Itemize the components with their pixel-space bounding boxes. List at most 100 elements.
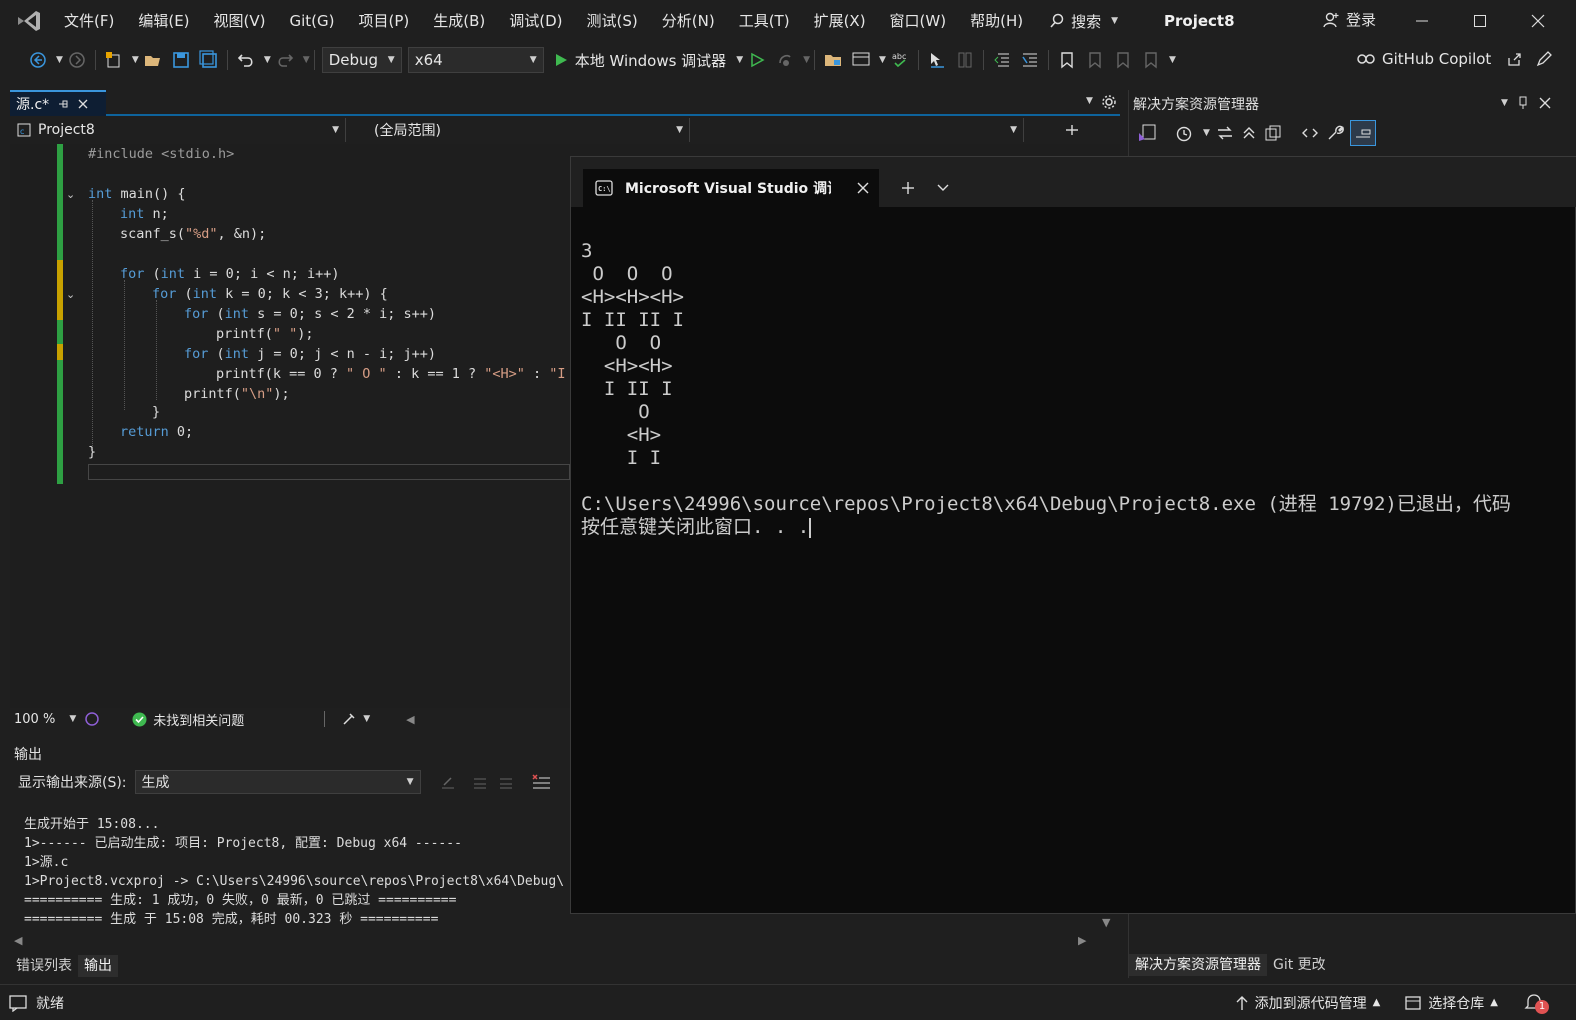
stack-button[interactable] (952, 47, 978, 73)
zoom-level[interactable]: 100 % (14, 712, 55, 727)
comment-button[interactable] (1017, 47, 1043, 73)
console-tab[interactable]: C:\ Microsoft Visual Studio 调试控 (583, 169, 879, 207)
chevron-down-icon[interactable]: ▼ (303, 55, 310, 65)
history-icon[interactable] (1175, 124, 1193, 142)
search-box[interactable]: 搜索 ▼ (1043, 11, 1124, 32)
output-window-icon[interactable] (8, 994, 28, 1012)
close-icon[interactable] (77, 98, 89, 110)
visual-studio-logo-icon[interactable] (14, 9, 44, 33)
plus-icon[interactable] (901, 181, 915, 195)
menu-test[interactable]: 测试(S) (575, 6, 650, 36)
menu-extensions[interactable]: 扩展(X) (802, 6, 878, 36)
scroll-right-icon[interactable]: ▶ (1078, 934, 1086, 947)
properties-wrench-icon[interactable] (1326, 124, 1344, 142)
chevron-down-icon[interactable]: ▼ (132, 55, 139, 65)
tab-git-changes[interactable]: Git 更改 (1267, 954, 1332, 976)
chevron-down-icon[interactable]: ▼ (363, 714, 370, 724)
intellicode-icon[interactable] (84, 711, 100, 727)
gear-icon[interactable] (1102, 95, 1116, 109)
menu-window[interactable]: 窗口(W) (878, 6, 959, 36)
next-bookmark-button[interactable] (1110, 47, 1136, 73)
find-message-icon[interactable] (439, 773, 457, 791)
navigate-back-button[interactable] (25, 47, 51, 73)
step-into-button[interactable] (924, 47, 950, 73)
scope-combo[interactable]: (全局范围) ▼ (346, 118, 690, 142)
layout-button[interactable] (848, 47, 874, 73)
menu-help[interactable]: 帮助(H) (958, 6, 1035, 36)
menu-debug[interactable]: 调试(D) (497, 6, 574, 36)
add-to-source-control-button[interactable]: 添加到源代码管理 ▲ (1235, 993, 1380, 1013)
new-item-button[interactable] (101, 47, 127, 73)
notifications-button[interactable]: 1 (1524, 992, 1549, 1014)
switch-views-icon[interactable] (1137, 123, 1157, 143)
hot-reload-button[interactable] (772, 47, 798, 73)
clear-bookmarks-button[interactable] (1138, 47, 1164, 73)
chevron-down-icon[interactable]: ▼ (879, 55, 886, 65)
chevron-down-icon[interactable]: ▼ (1169, 55, 1176, 65)
chevron-down-icon[interactable]: ▼ (1203, 128, 1210, 138)
chevron-down-icon[interactable]: ▼ (264, 55, 271, 65)
chevron-down-icon[interactable]: ▼ (69, 714, 76, 724)
pin-icon[interactable] (1517, 96, 1529, 110)
menu-tools[interactable]: 工具(T) (727, 6, 802, 36)
menu-git[interactable]: Git(G) (278, 6, 347, 36)
project-combo[interactable]: c Project8 ▼ (10, 118, 346, 142)
prev-bookmark-button[interactable] (1082, 47, 1108, 73)
menu-analyze[interactable]: 分析(N) (650, 6, 727, 36)
chevron-down-icon[interactable] (937, 184, 949, 192)
sync-icon[interactable] (1216, 124, 1234, 142)
feedback-icon[interactable] (1535, 50, 1553, 68)
collapse-all-icon[interactable] (1240, 124, 1258, 142)
menu-project[interactable]: 项目(P) (347, 6, 422, 36)
code-view-icon[interactable] (1300, 124, 1320, 142)
minimize-button[interactable] (1402, 6, 1442, 36)
preview-selected-button[interactable] (1349, 120, 1376, 146)
close-icon[interactable] (857, 182, 869, 194)
prev-message-icon[interactable] (471, 773, 489, 791)
save-button[interactable] (168, 47, 194, 73)
chevron-down-icon[interactable]: ▼ (56, 55, 63, 65)
github-copilot-button[interactable]: GitHub Copilot (1356, 50, 1553, 68)
undo-button[interactable] (233, 47, 259, 73)
next-message-icon[interactable] (497, 773, 515, 791)
login-button[interactable]: 登录 (1322, 9, 1376, 30)
tab-source-file[interactable]: 源.c* (10, 90, 106, 116)
tab-error-list[interactable]: 错误列表 (10, 955, 78, 977)
scroll-left-icon[interactable]: ◀ (14, 934, 22, 947)
start-without-debugging-button[interactable] (744, 47, 770, 73)
output-source-select[interactable]: 生成 ▼ (134, 770, 421, 794)
show-all-files-icon[interactable] (1264, 124, 1282, 142)
menu-view[interactable]: 视图(V) (202, 6, 278, 36)
bookmark-button[interactable] (1054, 47, 1080, 73)
open-file-button[interactable] (140, 47, 166, 73)
chevron-down-icon[interactable]: ▼ (1501, 98, 1508, 108)
platform-select[interactable]: x64 ▼ (407, 47, 544, 73)
solution-folder-button[interactable] (820, 47, 846, 73)
spell-check-button[interactable]: abc (887, 47, 913, 73)
menu-edit[interactable]: 编辑(E) (126, 6, 201, 36)
select-repository-button[interactable]: 选择仓库 ▲ (1404, 993, 1498, 1013)
clear-all-icon[interactable] (531, 773, 551, 791)
close-icon[interactable] (1539, 97, 1551, 109)
pin-icon[interactable] (57, 98, 69, 110)
redo-button[interactable] (272, 47, 298, 73)
maximize-button[interactable] (1460, 6, 1500, 36)
menu-build[interactable]: 生成(B) (421, 6, 497, 36)
chevron-down-icon[interactable]: ▼ (803, 55, 810, 65)
split-button[interactable] (1024, 118, 1120, 142)
start-debugging-button[interactable]: 本地 Windows 调试器 ▼ (553, 50, 743, 71)
tab-list-dropdown-icon[interactable]: ▼ (1086, 96, 1093, 106)
outdent-button[interactable] (989, 47, 1015, 73)
scroll-down-icon[interactable]: ▼ (1102, 916, 1110, 929)
issues-status[interactable]: 未找到相关问题 (153, 710, 244, 729)
solution-config-select[interactable]: Debug ▼ (321, 47, 402, 73)
menu-file[interactable]: 文件(F) (52, 6, 126, 36)
output-text[interactable]: 生成开始于 15:08... 1>------ 已启动生成: 项目: Projec… (24, 796, 564, 967)
member-combo[interactable]: ▼ (690, 118, 1024, 142)
save-all-button[interactable] (196, 47, 222, 73)
fold-toggle-icon[interactable]: ⌄ (66, 288, 78, 301)
code-cleanup-icon[interactable] (341, 711, 359, 727)
close-window-button[interactable] (1518, 6, 1558, 36)
scroll-left-icon[interactable]: ◀ (406, 713, 414, 726)
console-output[interactable]: 3 O O O <H><H><H> I II II I O O <H><H> I I… (581, 217, 1511, 585)
